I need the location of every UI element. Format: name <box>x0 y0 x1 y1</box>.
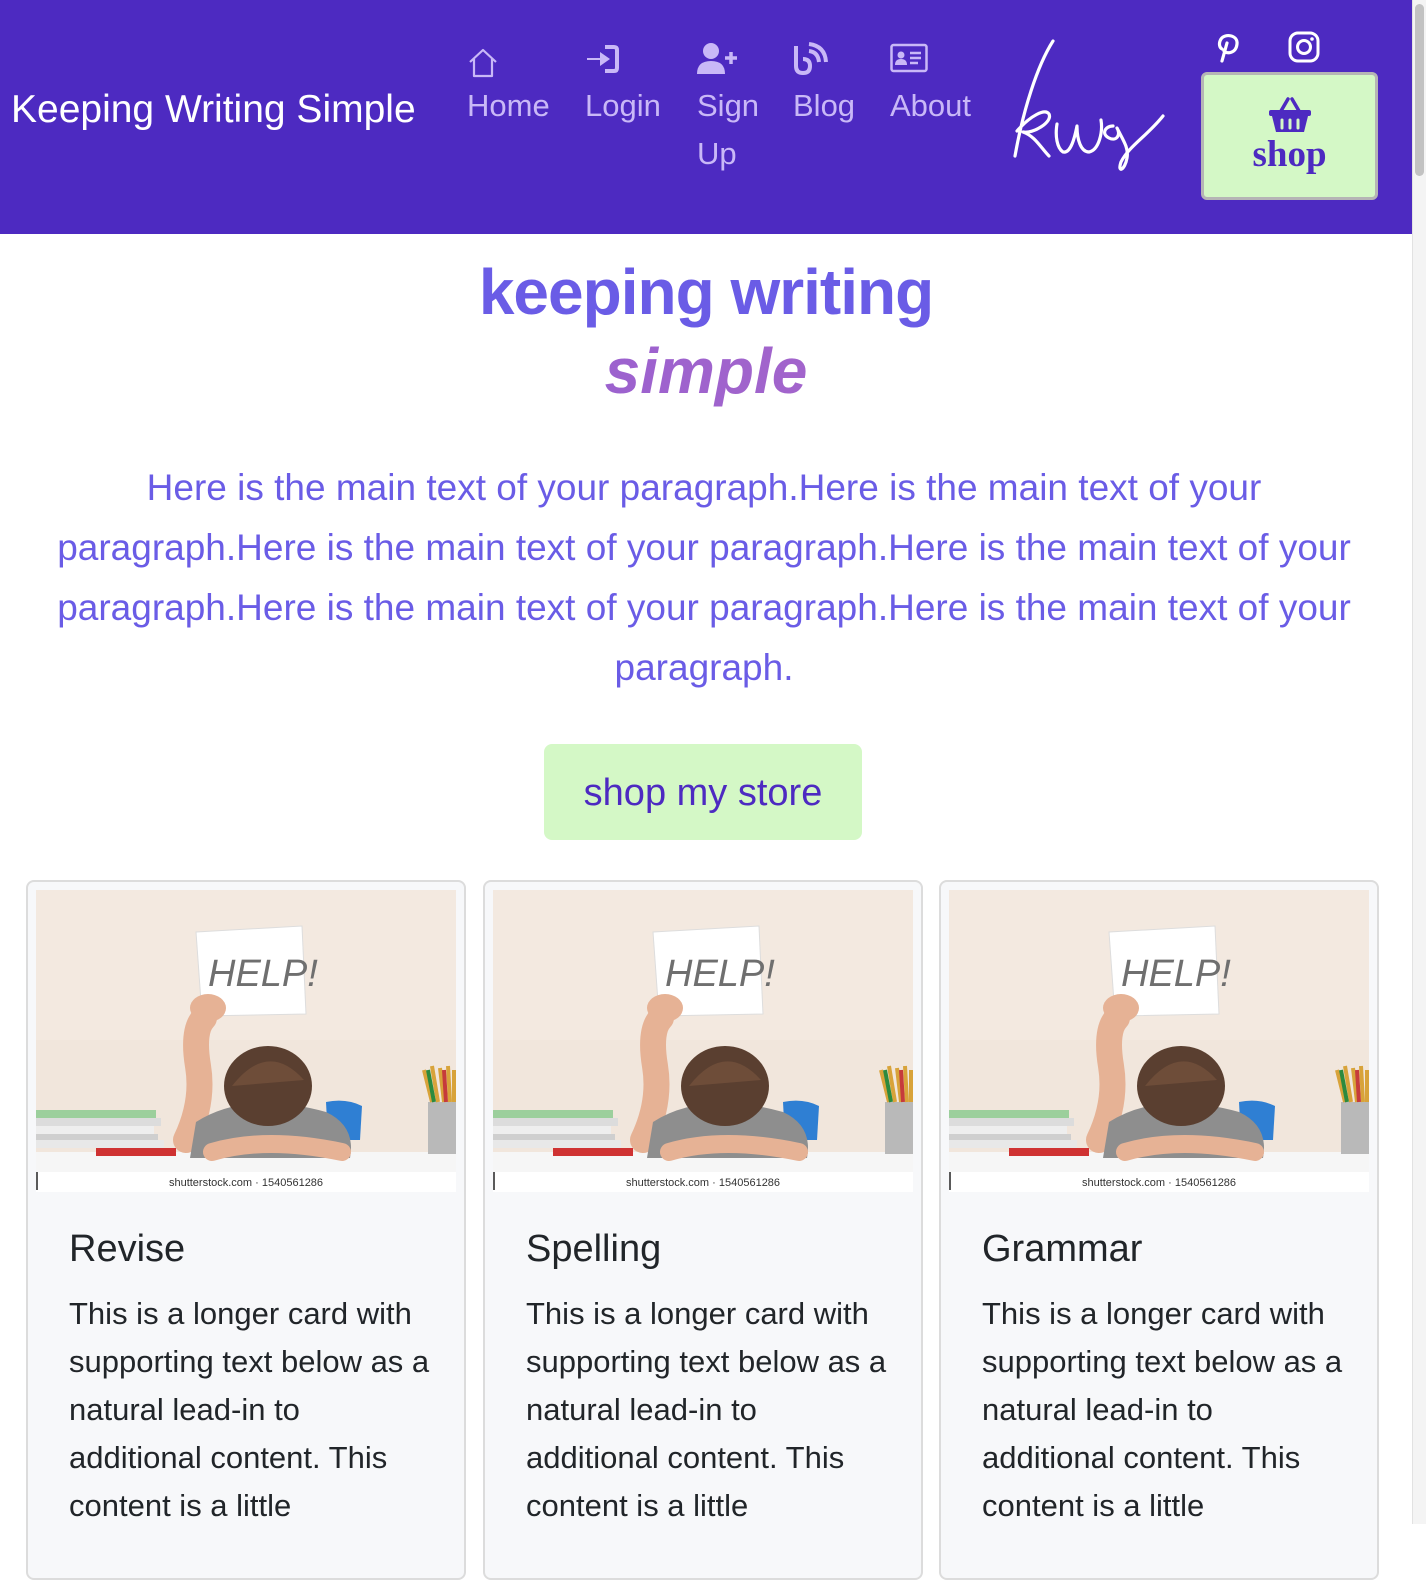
hero-title: keeping writing <box>478 256 934 328</box>
hero-subtitle: simple <box>0 333 1412 409</box>
login-icon <box>585 40 665 80</box>
shop-label: shop <box>1252 134 1327 175</box>
nav-label-about: About <box>890 88 972 123</box>
navbar: Keeping Writing Simple Home Login Sign U… <box>0 0 1412 234</box>
kws-logo[interactable] <box>1005 36 1170 181</box>
nav-label-signup: Sign Up <box>697 88 760 171</box>
instagram-icon[interactable] <box>1287 30 1321 64</box>
card-spelling: HELP! shutterstock.com · 1540561286 Spel… <box>483 880 923 1580</box>
nav-label-home: Home <box>467 88 550 123</box>
shop-my-store-button[interactable]: shop my store <box>544 744 862 840</box>
card-title: Revise <box>69 1228 186 1270</box>
nav-item-signup[interactable]: Sign Up <box>697 40 777 178</box>
user-plus-icon <box>697 40 777 80</box>
card-title: Grammar <box>982 1228 1143 1270</box>
card-image: HELP! shutterstock.com · 1540561286 <box>949 890 1369 1192</box>
card-text: This is a longer card with supporting te… <box>69 1296 430 1523</box>
card-grammar: HELP! shutterstock.com · 1540561286 Gram… <box>939 880 1379 1580</box>
nav-label-login: Login <box>585 88 661 123</box>
scrollbar-thumb[interactable] <box>1415 4 1424 176</box>
page-scrollbar[interactable] <box>1412 0 1426 1524</box>
image-caption: shutterstock.com · 1540561286 <box>1082 1177 1236 1189</box>
card-image: HELP! shutterstock.com · 1540561286 <box>36 890 456 1192</box>
nav-item-blog[interactable]: Blog <box>793 40 873 130</box>
card-text: This is a longer card with supporting te… <box>526 1296 887 1523</box>
basket-icon <box>1204 95 1375 135</box>
card-title: Spelling <box>526 1228 662 1270</box>
help-sign-text: HELP! <box>1121 953 1231 995</box>
help-sign-text: HELP! <box>208 953 318 995</box>
card-revise: HELP! shutterstock.com · 1540561286 Revi… <box>26 880 466 1580</box>
shop-button[interactable]: shop <box>1201 72 1378 200</box>
blog-rss-icon <box>793 40 873 80</box>
image-caption: shutterstock.com · 1540561286 <box>626 1177 780 1189</box>
brand-link[interactable]: Keeping Writing Simple <box>11 88 416 132</box>
home-icon <box>467 40 547 80</box>
nav-item-login[interactable]: Login <box>585 40 665 130</box>
nav-item-home[interactable]: Home <box>467 40 550 130</box>
help-sign-text: HELP! <box>665 953 775 995</box>
pinterest-icon[interactable] <box>1211 30 1245 64</box>
card-text: This is a longer card with supporting te… <box>982 1296 1343 1523</box>
card-image: HELP! shutterstock.com · 1540561286 <box>493 890 913 1192</box>
intro-paragraph: Here is the main text of your paragraph.… <box>57 467 1351 688</box>
nav-item-about[interactable]: About <box>890 40 972 130</box>
nav-label-blog: Blog <box>793 88 856 123</box>
id-card-icon <box>890 40 970 80</box>
image-caption: shutterstock.com · 1540561286 <box>169 1177 323 1189</box>
